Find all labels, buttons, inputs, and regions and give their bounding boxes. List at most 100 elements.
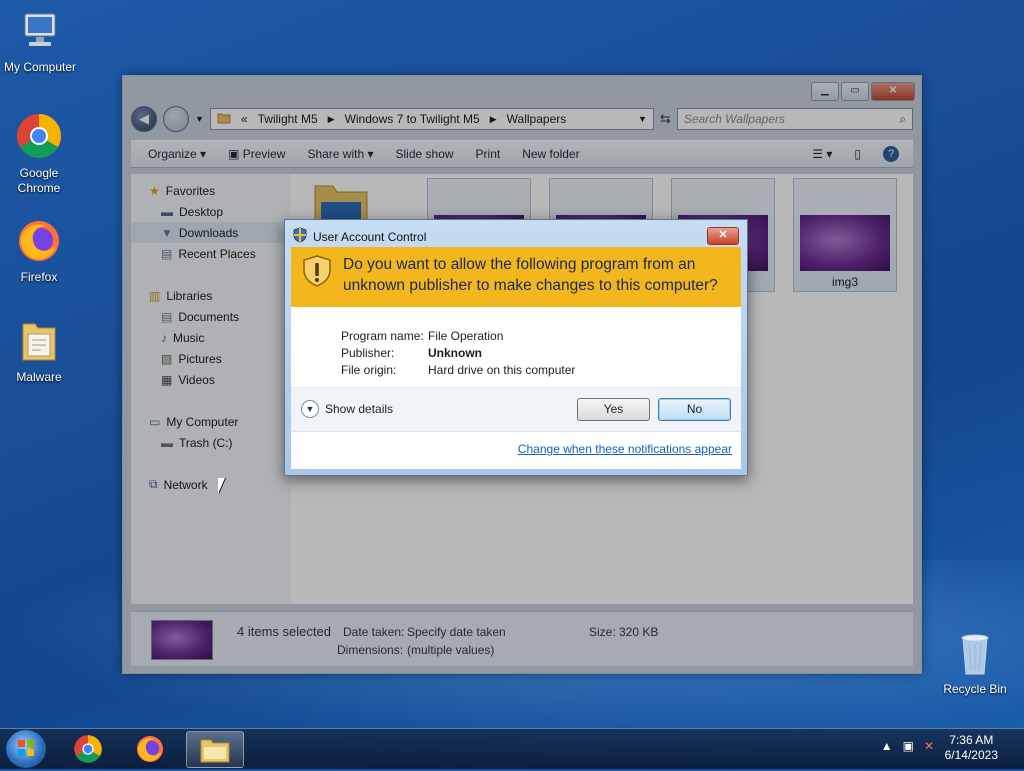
uac-titlebar: User Account Control: [293, 227, 426, 246]
uac-program-info: Program name: File Operation Publisher: Un…: [291, 307, 741, 379]
nav-label: Desktop: [179, 204, 224, 219]
desktop-icon-label: Recycle Bin: [943, 682, 1007, 696]
documents-icon: ▤: [161, 309, 173, 324]
date-taken-value[interactable]: Specify date taken: [407, 625, 506, 639]
network-status-icon[interactable]: ▣: [903, 739, 914, 753]
computer-small-icon: ▭: [149, 414, 161, 429]
nav-label: Libraries: [166, 288, 213, 303]
thumbnail-image: [800, 215, 890, 271]
desktop-icon-firefox[interactable]: Firefox: [0, 218, 79, 284]
firefox-icon: [0, 218, 79, 267]
pictures-icon: ▧: [161, 351, 173, 366]
close-button[interactable]: ✕: [871, 82, 915, 101]
chrome-icon: [74, 734, 102, 763]
mouse-cursor-icon: [218, 478, 225, 494]
no-button[interactable]: No: [658, 398, 731, 421]
yes-button[interactable]: Yes: [577, 398, 650, 421]
uac-close-button[interactable]: ✕: [707, 227, 739, 245]
share-with-button[interactable]: Share with ▾: [307, 147, 373, 161]
nav-item-pictures[interactable]: ▧ Pictures: [131, 348, 291, 369]
network-icon: ⧉: [149, 477, 158, 491]
volume-muted-icon[interactable]: ✕: [924, 739, 934, 753]
preview-pane-icon[interactable]: ▯: [854, 147, 861, 161]
desktop-icon-malware[interactable]: Malware: [0, 318, 79, 384]
print-button[interactable]: Print: [476, 147, 501, 161]
desktop-icon-label: Firefox: [20, 270, 58, 284]
slide-show-button[interactable]: Slide show: [396, 147, 454, 161]
forward-button[interactable]: [163, 106, 189, 132]
taskbar-chrome[interactable]: [62, 731, 114, 766]
refresh-icon[interactable]: ⇆: [660, 111, 671, 127]
change-notifications-link[interactable]: Change when these notifications appear: [518, 442, 732, 456]
breadcrumb-separator-icon[interactable]: ▶: [328, 114, 335, 125]
taskbar-firefox[interactable]: [124, 731, 176, 766]
desktop-icon-label: My Computer: [3, 60, 77, 74]
nav-item-libraries[interactable]: ▥ Libraries: [131, 285, 291, 306]
new-folder-button[interactable]: New folder: [522, 147, 579, 161]
selection-preview-image: [151, 620, 213, 660]
publisher-value: Unknown: [428, 346, 482, 360]
back-button[interactable]: ◀: [131, 106, 157, 132]
address-bar[interactable]: « Twilight M5 ▶ Windows 7 to Twilight M5…: [209, 108, 654, 130]
taskbar-clock[interactable]: 7:36 AM 6/14/2023: [945, 733, 998, 763]
desktop-icon-chrome[interactable]: Google Chrome: [0, 112, 79, 196]
explorer-icon: [200, 739, 230, 762]
preview-button[interactable]: ▣ Preview: [228, 147, 285, 161]
firefox-icon: [136, 735, 164, 762]
nav-item-music[interactable]: ♪ Music: [131, 327, 291, 348]
nav-item-network[interactable]: ⧉ Network: [131, 474, 291, 495]
size-value: 320 KB: [619, 625, 659, 639]
navigation-pane: ★ Favorites ▬ Desktop ▼ Downloads ▤ Recent P…: [131, 174, 291, 604]
nav-item-downloads[interactable]: ▼ Downloads: [131, 222, 291, 243]
uac-title: User Account Control: [313, 229, 427, 244]
nav-label: Downloads: [178, 225, 239, 240]
warning-shield-icon: [303, 255, 331, 290]
nav-item-videos[interactable]: ▦ Videos: [131, 369, 291, 390]
nav-item-recent-places[interactable]: ▤ Recent Places: [131, 243, 291, 264]
nav-item-my-computer[interactable]: ▭ My Computer: [131, 411, 291, 432]
image-thumbnail-img3[interactable]: img3: [793, 178, 897, 292]
desktop-icon-recycle-bin[interactable]: Recycle Bin: [935, 630, 1015, 696]
minimize-button[interactable]: ▁: [811, 82, 839, 101]
uac-body: Do you want to allow the following progr…: [291, 247, 741, 469]
address-dropdown-icon[interactable]: ▼: [638, 114, 647, 124]
breadcrumb-item-twilight[interactable]: Twilight M5: [258, 112, 318, 126]
desktop-icon-label: Malware: [16, 370, 62, 384]
folder-small-icon: [217, 112, 231, 127]
uac-button-row: ▼ Show details Yes No: [291, 387, 741, 432]
program-name-value: File Operation: [428, 329, 504, 343]
nav-item-documents[interactable]: ▤ Documents: [131, 306, 291, 327]
show-details-label: Show details: [325, 402, 394, 416]
nav-label: Trash (C:): [179, 435, 233, 450]
videos-icon: ▦: [161, 372, 173, 387]
uac-dialog[interactable]: User Account Control ✕ Do you want to al…: [284, 219, 748, 476]
start-button[interactable]: [6, 730, 46, 768]
system-tray: ▲ ▣ ✕: [881, 739, 934, 753]
file-origin-value: Hard drive on this computer: [428, 363, 576, 377]
thumbnail-caption: img3: [831, 275, 858, 289]
nav-item-favorites[interactable]: ★ Favorites: [131, 180, 291, 201]
windows-logo-icon: [18, 740, 34, 756]
nav-item-trash[interactable]: ▬ Trash (C:): [131, 432, 291, 453]
breadcrumb-separator-icon[interactable]: ▶: [490, 114, 497, 125]
desktop-icon-my-computer[interactable]: My Computer: [0, 8, 80, 74]
recent-pages-chevron-icon[interactable]: ▼: [195, 114, 204, 124]
nav-label: My Computer: [166, 414, 239, 429]
uac-banner: Do you want to allow the following progr…: [291, 247, 741, 307]
show-details-toggle[interactable]: ▼ Show details: [301, 400, 393, 418]
chevron-down-icon: ▼: [301, 400, 319, 418]
nav-label: Pictures: [178, 351, 222, 366]
show-hidden-icons-icon[interactable]: ▲: [881, 739, 893, 753]
taskbar-explorer[interactable]: [186, 731, 244, 768]
help-icon[interactable]: ?: [883, 146, 899, 162]
breadcrumb-item-wallpapers[interactable]: Wallpapers: [507, 112, 567, 126]
nav-label: Favorites: [165, 183, 216, 198]
breadcrumb-prefix[interactable]: «: [241, 112, 248, 126]
search-input[interactable]: Search Wallpapers ⌕: [676, 108, 913, 130]
computer-icon: [0, 8, 80, 57]
organize-button[interactable]: Organize ▾: [148, 147, 206, 161]
nav-item-desktop[interactable]: ▬ Desktop: [131, 201, 291, 222]
view-options-icon[interactable]: ☰ ▾: [812, 147, 832, 161]
maximize-button[interactable]: ▭: [841, 82, 869, 101]
breadcrumb-item-win7[interactable]: Windows 7 to Twilight M5: [345, 112, 480, 126]
